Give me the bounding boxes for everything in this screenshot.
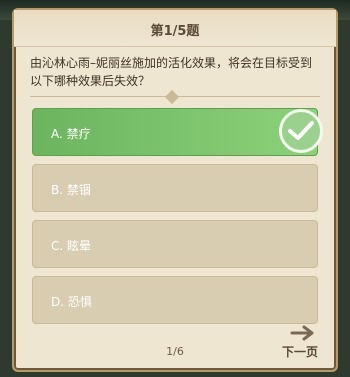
question-number: 第1/5题	[150, 24, 200, 39]
option-d[interactable]: D. 恐惧	[32, 276, 318, 324]
quiz-footer: 1/6 下一页	[14, 325, 336, 370]
option-c[interactable]: C. 眩晕	[32, 220, 318, 268]
option-b[interactable]: B. 禁锢	[32, 164, 318, 212]
option-b-label: B. 禁锢	[51, 183, 91, 197]
option-c-label: C. 眩晕	[51, 239, 92, 253]
check-icon	[279, 109, 323, 153]
quiz-header: 第1/5题	[14, 10, 336, 47]
question-text: 由沁林心雨–妮丽丝施加的活化效果，将会在目标受到以下哪种效果后失效？	[30, 56, 313, 88]
option-d-label: D. 恐惧	[51, 295, 92, 309]
arrow-right-icon[interactable]	[290, 324, 318, 342]
quiz-panel: 第1/5题 由沁林心雨–妮丽丝施加的活化效果，将会在目标受到以下哪种效果后失效？…	[12, 8, 338, 372]
option-a-label: A. 禁疗	[51, 127, 91, 141]
divider-ornament	[164, 89, 180, 105]
next-page-button[interactable]: 下一页	[282, 343, 318, 360]
option-a[interactable]: A. 禁疗	[32, 108, 323, 156]
